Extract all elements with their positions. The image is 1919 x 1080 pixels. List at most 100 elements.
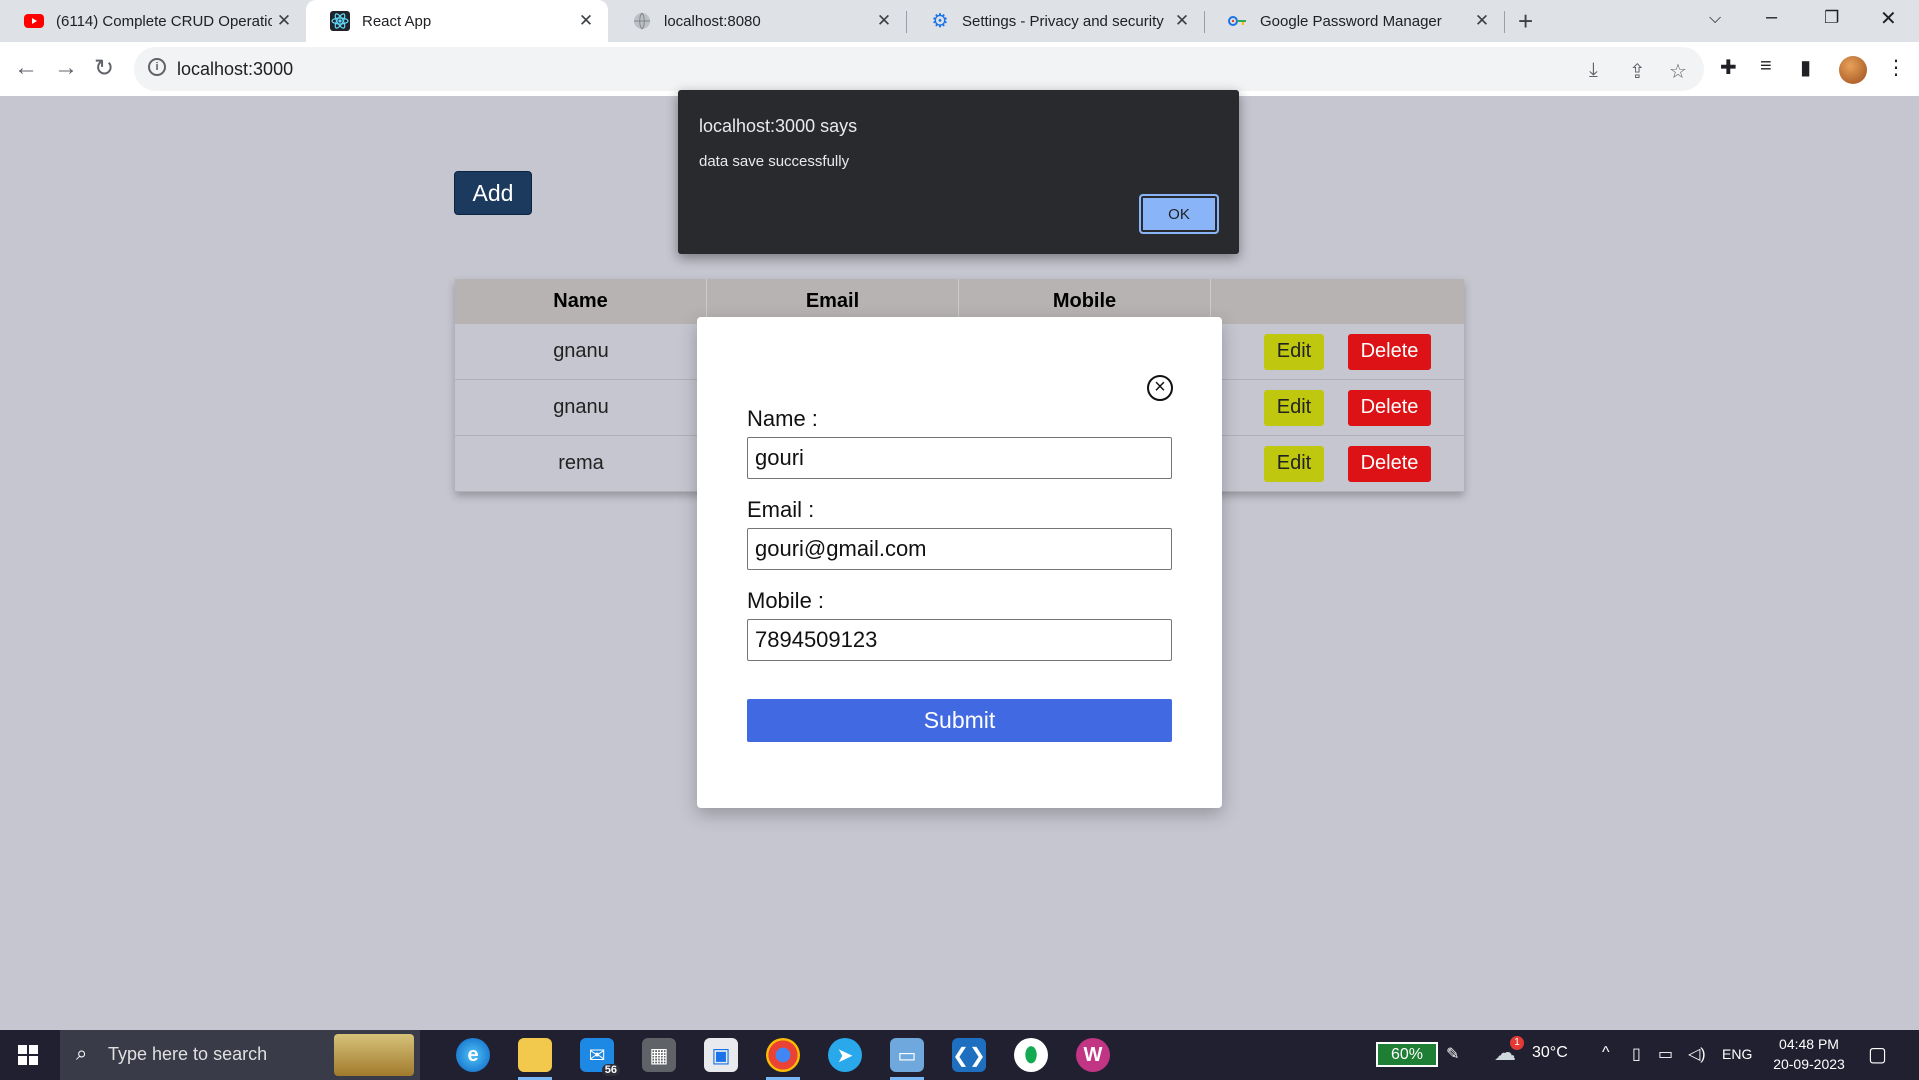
mail-badge: 56 bbox=[601, 1064, 620, 1076]
cell-name: gnanu bbox=[553, 340, 609, 362]
header-name: Name bbox=[455, 279, 707, 324]
reload-icon[interactable]: ↻ bbox=[94, 54, 114, 83]
install-icon[interactable]: ⤓ bbox=[1589, 59, 1598, 82]
restore-icon[interactable]: ❐ bbox=[1824, 8, 1839, 28]
header-actions bbox=[1211, 279, 1464, 324]
new-tab-icon[interactable]: + bbox=[1518, 6, 1533, 37]
search-placeholder: Type here to search bbox=[108, 1044, 268, 1064]
close-tab-icon[interactable]: ✕ bbox=[1470, 11, 1494, 31]
delete-button[interactable]: Delete bbox=[1348, 445, 1431, 482]
mongodb-icon[interactable]: ⬮ bbox=[1014, 1038, 1048, 1072]
menu-kebab-icon[interactable]: ⋮ bbox=[1886, 55, 1906, 80]
clock[interactable]: 04:48 PM 20-09-2023 bbox=[1766, 1034, 1852, 1074]
tab-youtube[interactable]: (6114) Complete CRUD Operatio ✕ bbox=[0, 0, 306, 42]
clock-time: 04:48 PM bbox=[1779, 1036, 1839, 1052]
tab-title: localhost:8080 bbox=[664, 12, 761, 30]
delete-button[interactable]: Delete bbox=[1348, 389, 1431, 426]
gear-icon: ⚙ bbox=[931, 10, 949, 32]
name-field[interactable] bbox=[747, 437, 1172, 479]
tab-title: React App bbox=[362, 12, 432, 30]
edit-button[interactable]: Edit bbox=[1264, 333, 1324, 370]
browser-toolbar: ← → ↻ i localhost:3000 ⤓ ⇪ ☆ ✚ ≡ ▮ ⋮ bbox=[0, 42, 1919, 96]
close-tab-icon[interactable]: ✕ bbox=[872, 11, 896, 31]
react-icon bbox=[330, 11, 350, 31]
pen-icon[interactable]: ✎ bbox=[1446, 1044, 1459, 1064]
tab-title: (6114) Complete CRUD Operatio bbox=[56, 12, 272, 30]
tab-localhost-8080[interactable]: localhost:8080 ✕ bbox=[608, 0, 906, 42]
tab-settings[interactable]: ⚙ Settings - Privacy and security ✕ bbox=[906, 0, 1204, 42]
close-window-icon[interactable]: ✕ bbox=[1880, 6, 1897, 31]
battery-icon[interactable]: ▭ bbox=[1658, 1044, 1673, 1064]
cell-actions: Edit Delete bbox=[1211, 436, 1464, 491]
cell-actions: Edit Delete bbox=[1211, 380, 1464, 435]
alert-dialog: localhost:3000 says data save successful… bbox=[678, 90, 1239, 254]
cell-name: rema bbox=[558, 452, 604, 474]
submit-button[interactable]: Submit bbox=[747, 699, 1172, 742]
taskbar-search[interactable]: ⌕ Type here to search bbox=[60, 1030, 420, 1080]
share-icon[interactable]: ⇪ bbox=[1629, 59, 1646, 84]
mail-icon[interactable]: ✉ 56 bbox=[580, 1038, 620, 1076]
language-indicator[interactable]: ENG bbox=[1722, 1046, 1752, 1062]
cell-name: gnanu bbox=[553, 396, 609, 418]
tab-react-app[interactable]: React App ✕ bbox=[306, 0, 608, 42]
tab-search-icon[interactable]: ⌵ bbox=[1709, 10, 1721, 28]
user-form-modal: × Name : Email : Mobile : Submit bbox=[697, 317, 1222, 808]
edit-button[interactable]: Edit bbox=[1264, 389, 1324, 426]
remote-desktop-icon[interactable]: ▭ bbox=[890, 1038, 924, 1080]
site-info-icon[interactable]: i bbox=[148, 58, 166, 76]
windows-start-icon[interactable] bbox=[18, 1045, 38, 1065]
store-icon[interactable]: ▣ bbox=[704, 1038, 738, 1072]
weather-badge: 1 bbox=[1510, 1036, 1524, 1050]
key-icon bbox=[1228, 11, 1248, 31]
clock-date: 20-09-2023 bbox=[1773, 1056, 1845, 1072]
chrome-icon[interactable] bbox=[766, 1038, 800, 1080]
battery-indicator[interactable]: 60% bbox=[1376, 1042, 1438, 1067]
windows-taskbar: ⌕ Type here to search e ✉ 56 ▦ ▣ ➤ ▭ ❮❯ ⬮… bbox=[0, 1030, 1919, 1080]
side-panel-icon[interactable]: ▮ bbox=[1800, 55, 1811, 80]
tab-separator bbox=[1504, 11, 1505, 33]
mobile-label: Mobile : bbox=[747, 588, 825, 613]
tab-title: Settings - Privacy and security bbox=[962, 12, 1164, 30]
temperature[interactable]: 30°C bbox=[1532, 1044, 1568, 1062]
globe-icon bbox=[632, 11, 652, 31]
alert-title: localhost:3000 says bbox=[699, 116, 858, 136]
mobile-field[interactable] bbox=[747, 619, 1172, 661]
close-tab-icon[interactable]: ✕ bbox=[574, 11, 598, 31]
tablet-icon[interactable]: ▯ bbox=[1632, 1044, 1641, 1064]
notifications-icon[interactable]: ▢ bbox=[1868, 1042, 1887, 1067]
close-tab-icon[interactable]: ✕ bbox=[1170, 11, 1194, 31]
browser-tab-bar: (6114) Complete CRUD Operatio ✕ React Ap… bbox=[0, 0, 1919, 42]
ok-button[interactable]: OK bbox=[1139, 194, 1219, 234]
chevron-up-icon[interactable]: ^ bbox=[1602, 1044, 1610, 1062]
address-bar[interactable]: i localhost:3000 ⤓ ⇪ ☆ bbox=[134, 47, 1704, 91]
alert-message: data save successfully bbox=[699, 153, 850, 170]
name-label: Name : bbox=[747, 406, 818, 431]
email-label: Email : bbox=[747, 497, 815, 522]
media-control-icon[interactable]: ≡ bbox=[1760, 55, 1772, 78]
bookmark-star-icon[interactable]: ☆ bbox=[1669, 59, 1687, 84]
wps-office-icon[interactable]: W bbox=[1076, 1038, 1110, 1072]
delete-button[interactable]: Delete bbox=[1348, 333, 1431, 370]
tab-title: Google Password Manager bbox=[1260, 12, 1442, 30]
back-icon[interactable]: ← bbox=[14, 54, 38, 82]
close-circle-icon[interactable]: × bbox=[1147, 375, 1173, 401]
calculator-icon[interactable]: ▦ bbox=[642, 1038, 676, 1072]
profile-avatar[interactable] bbox=[1839, 56, 1867, 84]
url-text: localhost:3000 bbox=[177, 59, 294, 79]
close-tab-icon[interactable]: ✕ bbox=[272, 11, 296, 31]
forward-icon[interactable]: → bbox=[54, 54, 78, 82]
cell-actions: Edit Delete bbox=[1211, 324, 1464, 379]
search-icon: ⌕ bbox=[76, 1043, 88, 1065]
tab-password-manager[interactable]: Google Password Manager ✕ bbox=[1204, 0, 1504, 42]
edge-icon[interactable]: e bbox=[456, 1038, 490, 1072]
volume-icon[interactable]: ◁) bbox=[1688, 1044, 1706, 1064]
youtube-icon bbox=[24, 11, 44, 31]
telegram-icon[interactable]: ➤ bbox=[828, 1038, 862, 1072]
email-field[interactable] bbox=[747, 528, 1172, 570]
extensions-icon[interactable]: ✚ bbox=[1720, 55, 1737, 80]
add-button[interactable]: Add bbox=[454, 171, 532, 215]
minimize-icon[interactable]: – bbox=[1766, 6, 1777, 29]
vscode-icon[interactable]: ❮❯ bbox=[952, 1038, 986, 1072]
file-explorer-icon[interactable] bbox=[518, 1038, 552, 1080]
edit-button[interactable]: Edit bbox=[1264, 445, 1324, 482]
